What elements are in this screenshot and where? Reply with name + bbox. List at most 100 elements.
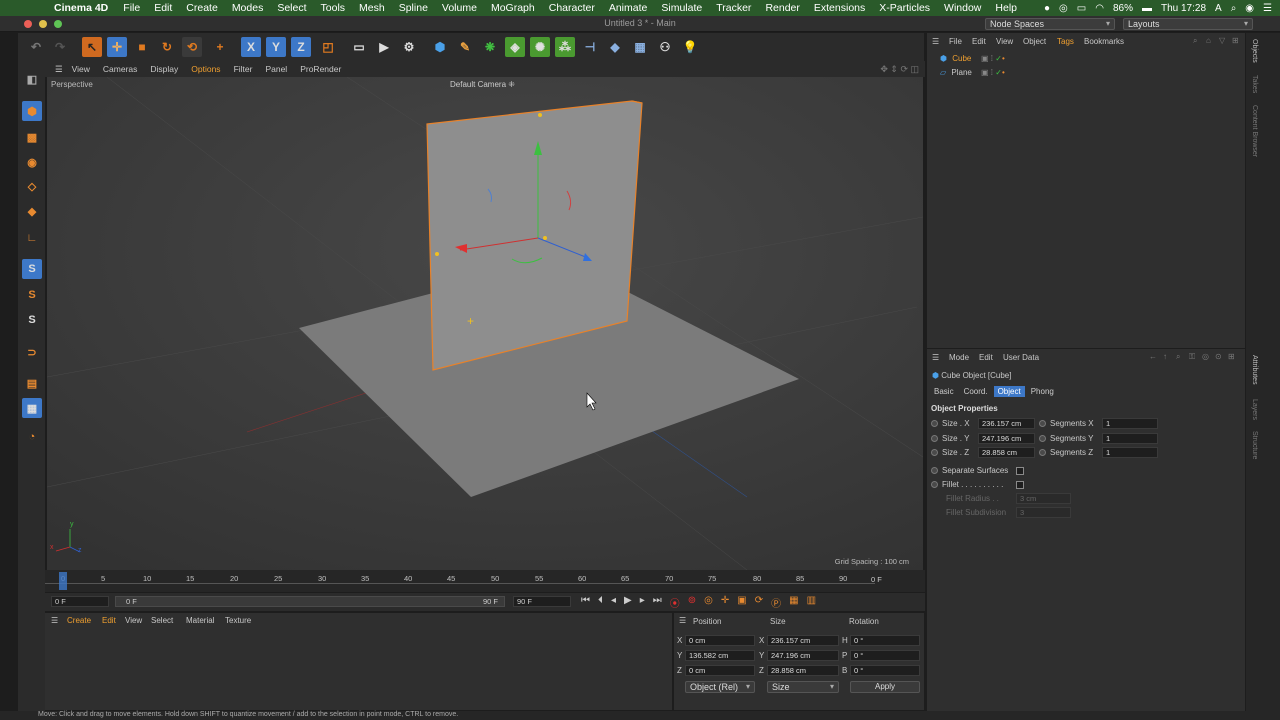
size-mode-dropdown[interactable]: Size ▾ [767, 681, 839, 693]
mat-menu-create[interactable]: Create [67, 616, 91, 625]
search-icon[interactable]: ⌕ [1193, 36, 1197, 46]
mat-menu-texture[interactable]: Texture [225, 616, 251, 625]
floor-icon[interactable]: ▦ [630, 37, 650, 57]
pen-spline-icon[interactable]: ✎ [455, 37, 475, 57]
attr-menu-mode[interactable]: Mode [949, 353, 969, 362]
key-position-icon[interactable]: ✛ [721, 595, 729, 610]
clock[interactable]: Thu 17:28 [1161, 3, 1206, 14]
record-key-icon[interactable]: ⦿ [670, 595, 680, 610]
hamburger-icon[interactable]: ☰ [55, 64, 63, 75]
hamburger-icon[interactable]: ☰ [932, 353, 939, 362]
menu-edit[interactable]: Edit [147, 2, 179, 14]
workplane-lock-icon[interactable]: ▦ [22, 398, 42, 418]
render-region-icon[interactable]: ▭ [349, 37, 369, 57]
notification-icon[interactable]: ☰ [1263, 3, 1272, 14]
obj-menu-file[interactable]: File [949, 37, 962, 46]
y-axis-lock-icon[interactable]: Y [266, 37, 286, 57]
side-tab-takes[interactable]: Takes [1251, 75, 1258, 93]
menu-simulate[interactable]: Simulate [654, 2, 709, 14]
key-param-icon[interactable]: Ⓟ [771, 595, 781, 610]
size-y-field[interactable]: 247.196 cm [767, 650, 839, 661]
key-pla-icon[interactable]: ▦ [789, 595, 798, 610]
size-z-field[interactable]: 28.858 cm [767, 665, 839, 676]
goto-end-icon[interactable]: ⏭ [653, 595, 662, 610]
spotlight-icon[interactable]: ⌕ [1231, 3, 1237, 14]
animate-dot[interactable] [931, 467, 938, 475]
side-tab-objects[interactable]: Objects [1251, 39, 1258, 63]
mat-menu-select[interactable]: Select [151, 616, 173, 625]
object-name[interactable]: Cube [952, 54, 971, 63]
scale-tool-icon[interactable]: ■ [132, 37, 152, 57]
viewport-nav-icons[interactable]: ✥ ⇕ ⟳ ◫ [880, 64, 919, 75]
new-window-icon[interactable]: ⊞ [1232, 36, 1239, 45]
animate-dot[interactable] [1039, 435, 1046, 443]
points-mode-icon[interactable]: ◉ [22, 152, 42, 172]
autokey-icon[interactable]: ⊚ [688, 595, 696, 610]
viewport-menu-filter[interactable]: Filter [234, 64, 253, 74]
start-frame-field[interactable]: 0 F [51, 596, 109, 607]
segments-x-value[interactable]: 1 [1102, 418, 1158, 429]
up-arrow-icon[interactable]: ↑ [1163, 352, 1167, 361]
attr-menu-userdata[interactable]: User Data [1003, 353, 1039, 362]
move-tool-icon[interactable]: ✛ [107, 37, 127, 57]
prev-frame-icon[interactable]: ◂ [611, 595, 616, 610]
obj-menu-view[interactable]: View [996, 37, 1013, 46]
polygons-mode-icon[interactable]: ◆ [22, 201, 42, 221]
filter-icon[interactable]: ▽ [1219, 36, 1225, 45]
z-axis-lock-icon[interactable]: Z [291, 37, 311, 57]
solo-selection-icon[interactable]: S [22, 310, 42, 330]
environment-icon[interactable]: ◆ [605, 37, 625, 57]
viewport-menu-prorender[interactable]: ProRender [300, 64, 341, 74]
solo-icon[interactable]: S [22, 259, 42, 279]
prev-key-icon[interactable]: ⏴ [598, 595, 603, 610]
node-spaces-dropdown[interactable]: Node Spaces ▾ [985, 18, 1115, 30]
keyframe-selection-icon[interactable]: ◎ [704, 595, 713, 610]
creative-cloud-icon[interactable]: ◎ [1059, 3, 1068, 14]
menu-tools[interactable]: Tools [314, 2, 353, 14]
rot-h-field[interactable]: 0 ° [850, 635, 920, 646]
viewport-menu-cameras[interactable]: Cameras [103, 64, 137, 74]
app-menu[interactable]: Cinema 4D [48, 2, 116, 14]
menu-xparticles[interactable]: X-Particles [872, 2, 937, 14]
current-frame[interactable]: 0 F [871, 575, 882, 584]
obj-menu-bookmarks[interactable]: Bookmarks [1084, 37, 1124, 46]
new-window-icon[interactable]: ⊞ [1228, 352, 1235, 361]
pos-y-field[interactable]: 136.582 cm [685, 650, 755, 661]
edges-mode-icon[interactable]: ◇ [22, 176, 42, 196]
menu-character[interactable]: Character [542, 2, 602, 14]
animate-dot[interactable] [1039, 420, 1046, 428]
render-settings-icon[interactable]: ⚙ [399, 37, 419, 57]
back-arrow-icon[interactable]: ← [1149, 352, 1157, 361]
object-name[interactable]: Plane [951, 68, 971, 77]
tab-phong[interactable]: Phong [1027, 386, 1058, 397]
record-icon[interactable]: ● [1044, 3, 1050, 14]
attr-menu-edit[interactable]: Edit [979, 353, 993, 362]
hamburger-icon[interactable]: ☰ [932, 37, 939, 46]
solo-hierarchy-icon[interactable]: S [22, 285, 42, 305]
menu-mesh[interactable]: Mesh [352, 2, 392, 14]
plane-visibility-toggles[interactable]: ▣ ⁞ ✓• [981, 68, 1005, 77]
search-icon[interactable]: ⌕ [1176, 352, 1180, 362]
mat-menu-edit[interactable]: Edit [102, 616, 116, 625]
recent-tools-icon[interactable]: ⟲ [182, 37, 202, 57]
snapping-icon[interactable]: ⊃ [22, 342, 42, 362]
apply-button[interactable]: Apply [850, 681, 920, 693]
undo-icon[interactable]: ↶ [26, 37, 46, 57]
menu-animate[interactable]: Animate [602, 2, 655, 14]
animate-dot[interactable] [1039, 449, 1046, 457]
viewport-menu-display[interactable]: Display [150, 64, 178, 74]
play-icon[interactable]: ▶ [624, 595, 632, 610]
menu-window[interactable]: Window [937, 2, 988, 14]
obj-menu-edit[interactable]: Edit [972, 37, 986, 46]
home-icon[interactable]: ⌂ [1206, 36, 1211, 45]
siri-icon[interactable]: ◉ [1245, 3, 1254, 14]
hamburger-icon[interactable]: ☰ [51, 616, 58, 625]
x-axis-lock-icon[interactable]: X [241, 37, 261, 57]
workplane-icon[interactable]: ▤ [22, 373, 42, 393]
cube-visibility-toggles[interactable]: ▣ ⁞ ✓• [981, 54, 1005, 63]
side-tab-attributes[interactable]: Attributes [1251, 355, 1258, 385]
rot-p-field[interactable]: 0 ° [850, 650, 920, 661]
pos-x-field[interactable]: 0 cm [685, 635, 755, 646]
model-mode-icon[interactable]: ⬢ [22, 101, 42, 121]
pos-z-field[interactable]: 0 cm [685, 665, 755, 676]
